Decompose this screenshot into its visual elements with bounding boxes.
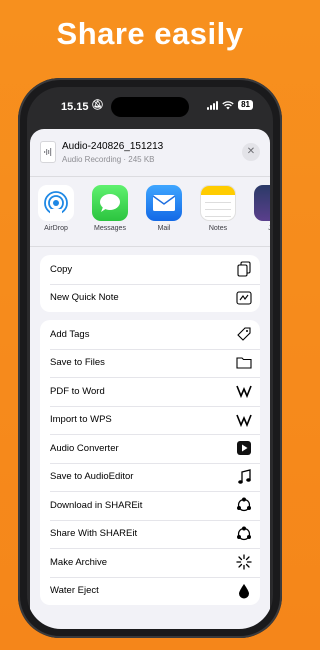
app-notes[interactable]: Notes: [198, 185, 238, 232]
app-partial[interactable]: Jo: [252, 185, 270, 232]
music-note-icon: [236, 468, 252, 485]
action-save-to-audioeditor[interactable]: Save to AudioEditor: [40, 462, 260, 492]
app-label: Jo: [252, 225, 270, 232]
wps-icon: [236, 383, 252, 399]
action-copy[interactable]: Copy: [40, 255, 260, 284]
airdrop-icon: [38, 185, 74, 221]
app-mail[interactable]: Mail: [144, 185, 184, 232]
file-name: Audio-240826_151213: [62, 141, 164, 152]
headline: Share easily: [56, 16, 244, 51]
action-add-tags[interactable]: Add Tags: [40, 320, 260, 349]
silent-bell-icon: 🔕︎: [91, 100, 104, 111]
action-label: Download in SHAREit: [50, 499, 143, 511]
action-save-to-files[interactable]: Save to Files: [40, 348, 260, 378]
app-label: Mail: [157, 225, 171, 232]
mail-icon: [146, 185, 182, 221]
action-import-to-wps[interactable]: Import to WPS: [40, 405, 260, 435]
audio-file-icon: [40, 141, 56, 163]
action-label: Make Archive: [50, 556, 108, 568]
app-label: Notes: [208, 225, 228, 232]
share-sheet: Audio-240826_151213 Audio Recording · 24…: [30, 129, 270, 629]
action-water-eject[interactable]: Water Eject: [40, 576, 260, 606]
shareit-icon: [236, 526, 252, 542]
file-details: Audio Recording · 245 KB: [62, 155, 155, 164]
action-label: New Quick Note: [50, 292, 119, 304]
action-label: Water Eject: [50, 585, 99, 597]
app-messages[interactable]: Messages: [90, 185, 130, 232]
dynamic-island: [111, 97, 189, 117]
wps-icon: [236, 412, 252, 428]
action-label: PDF to Word: [50, 385, 105, 397]
app-label: Messages: [94, 225, 126, 232]
app-row: AirDrop Messages Mail Notes: [30, 177, 270, 247]
action-new-quick-note[interactable]: New Quick Note: [40, 283, 260, 313]
actions-group-1: Copy New Quick Note: [40, 255, 260, 312]
action-download-in-shareit[interactable]: Download in SHAREit: [40, 491, 260, 520]
tag-icon: [236, 326, 252, 342]
app-label: AirDrop: [44, 225, 68, 232]
action-label: Save to AudioEditor: [50, 471, 134, 483]
action-label: Share With SHAREit: [50, 528, 138, 540]
notes-icon: [200, 185, 236, 221]
water-drop-icon: [236, 583, 252, 599]
action-label: Save to Files: [50, 357, 105, 369]
close-button[interactable]: ✕: [242, 143, 260, 161]
phone-frame: 15.15 🔕︎ 81 Audio-240826_151213 Audio Re…: [18, 78, 282, 638]
quick-note-icon: [236, 290, 252, 306]
action-audio-converter[interactable]: Audio Converter: [40, 434, 260, 463]
action-make-archive[interactable]: Make Archive: [40, 548, 260, 577]
signal-icon: [207, 100, 219, 110]
share-header: Audio-240826_151213 Audio Recording · 24…: [30, 129, 270, 177]
app-airdrop[interactable]: AirDrop: [36, 185, 76, 232]
messages-icon: [92, 185, 128, 221]
shareit-icon: [236, 497, 252, 513]
copy-icon: [236, 261, 252, 277]
archive-icon: [236, 554, 252, 570]
action-label: Add Tags: [50, 328, 90, 340]
action-label: Import to WPS: [50, 414, 112, 426]
action-pdf-to-word[interactable]: PDF to Word: [40, 377, 260, 406]
app-icon: [254, 185, 270, 221]
battery-indicator: 81: [238, 100, 253, 110]
status-time: 15.15: [61, 101, 89, 113]
status-right: 81: [207, 100, 253, 110]
action-label: Audio Converter: [50, 442, 119, 454]
action-share-with-shareit[interactable]: Share With SHAREit: [40, 519, 260, 549]
actions-group-2: Add Tags Save to Files PDF to Word Impor…: [40, 320, 260, 605]
phone-screen: 15.15 🔕︎ 81 Audio-240826_151213 Audio Re…: [27, 87, 273, 629]
folder-icon: [236, 355, 252, 371]
wifi-icon: [222, 100, 234, 109]
status-bar: 15.15 🔕︎ 81: [27, 87, 273, 123]
action-label: Copy: [50, 263, 73, 275]
audio-converter-icon: [236, 440, 252, 456]
